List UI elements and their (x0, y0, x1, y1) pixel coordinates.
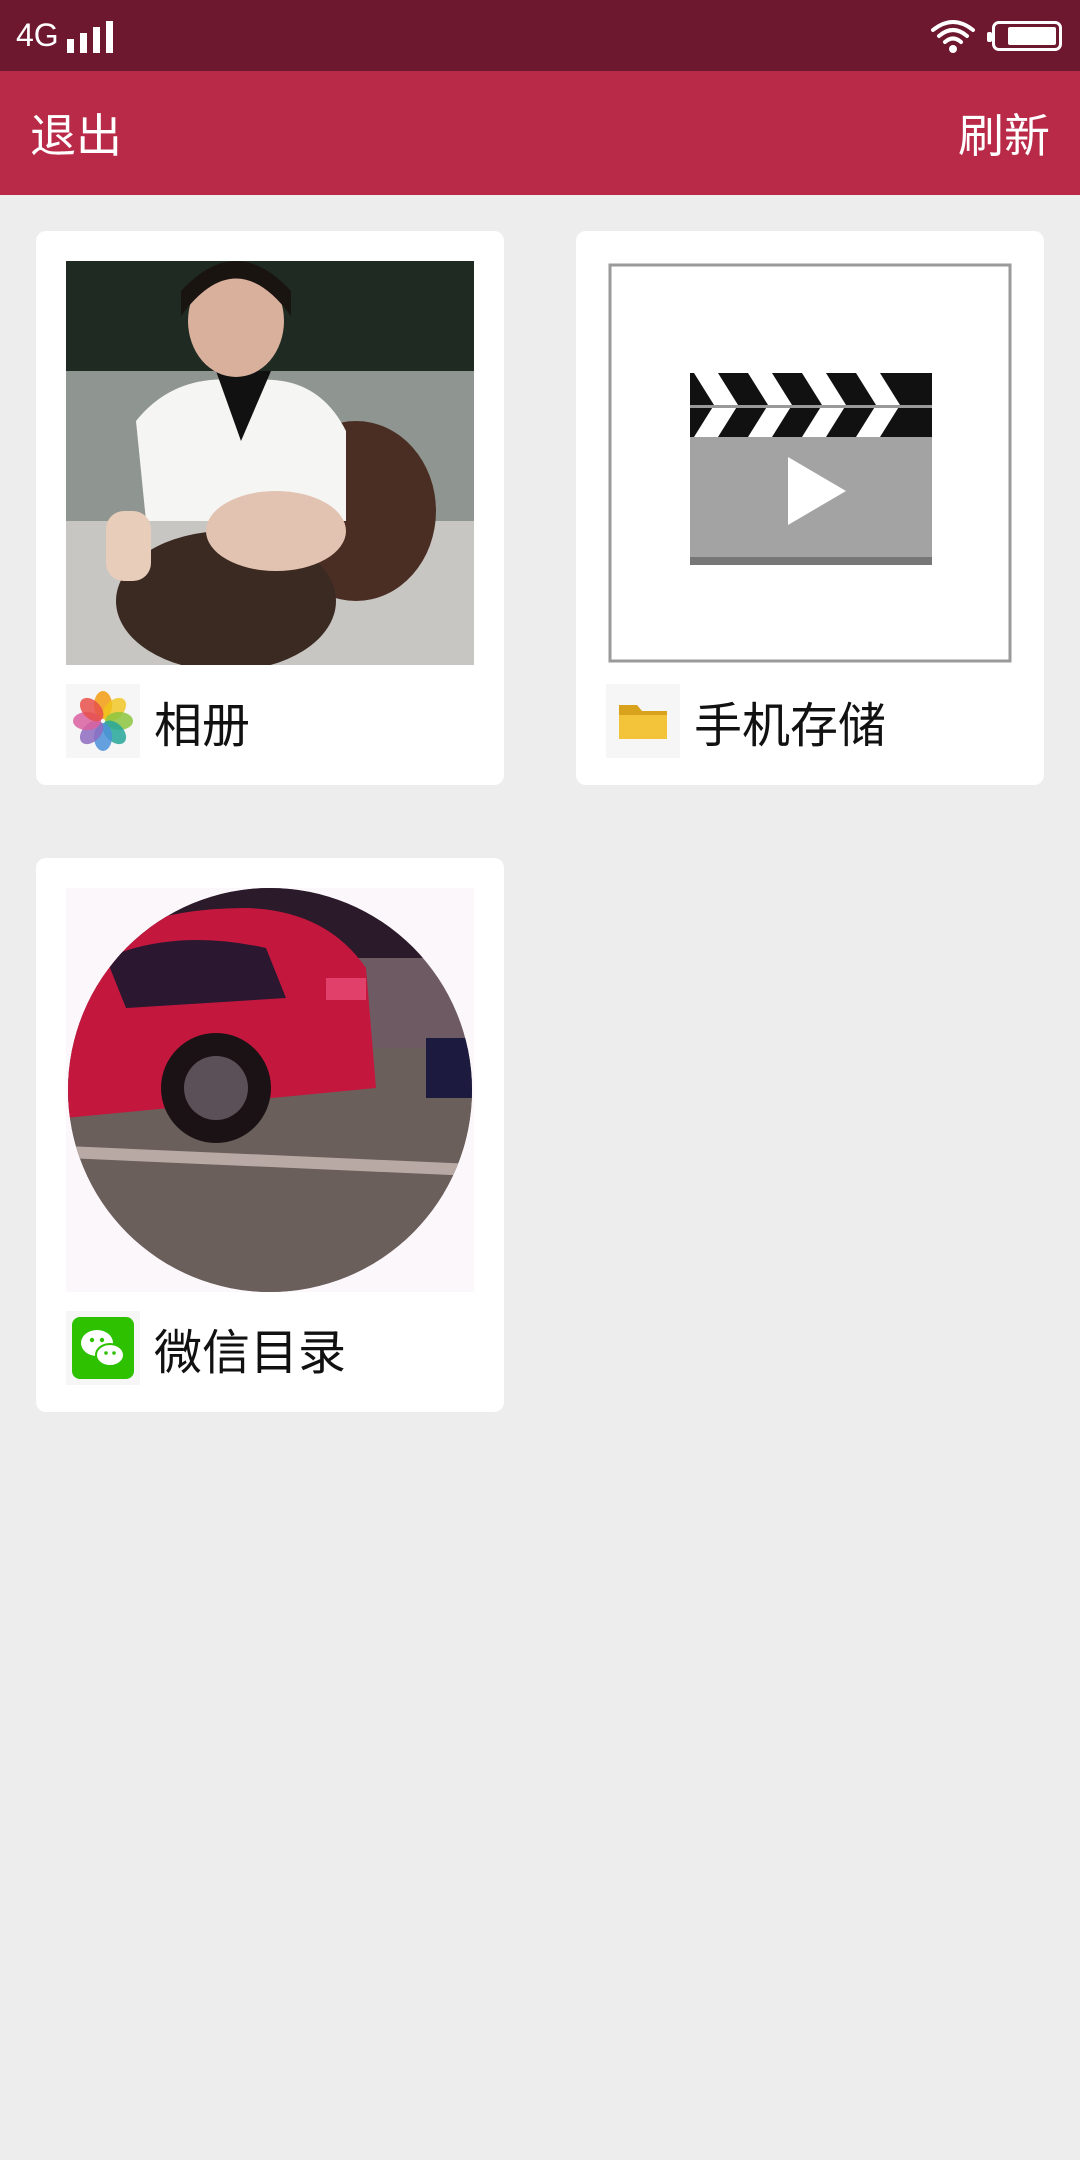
phone-storage-card[interactable]: 手机存储 (576, 231, 1044, 785)
status-left: 4G (16, 0, 113, 71)
phone-storage-label-row: 手机存储 (606, 682, 886, 760)
wechat-directory-card[interactable]: 微信目录 (36, 858, 504, 1412)
network-type: 4G (16, 17, 59, 53)
battery-icon (987, 20, 1062, 51)
phone-storage-thumbnail (606, 261, 1014, 665)
phone-storage-label: 手机存储 (694, 698, 887, 754)
status-right (930, 0, 1062, 71)
signal-icon (66, 19, 113, 53)
wechat-icon (66, 1311, 140, 1385)
battery-fill (1008, 26, 1056, 45)
wechat-directory-label: 微信目录 (154, 1325, 347, 1381)
album-label-row: 相册 (66, 682, 250, 760)
photos-flower-icon (66, 684, 140, 758)
wifi-icon (931, 19, 975, 53)
status-bar: 4G (0, 0, 1080, 71)
album-label: 相册 (154, 698, 251, 754)
album-thumbnail (66, 261, 474, 665)
wechat-directory-label-row: 微信目录 (66, 1309, 346, 1387)
wechat-directory-thumbnail (66, 888, 474, 1292)
album-card[interactable]: 相册 (36, 231, 504, 785)
refresh-button[interactable]: 刷新 (958, 71, 1050, 195)
exit-button[interactable]: 退出 (30, 71, 122, 195)
app-bar: 退出 刷新 (0, 71, 1080, 195)
folder-icon (606, 684, 680, 758)
